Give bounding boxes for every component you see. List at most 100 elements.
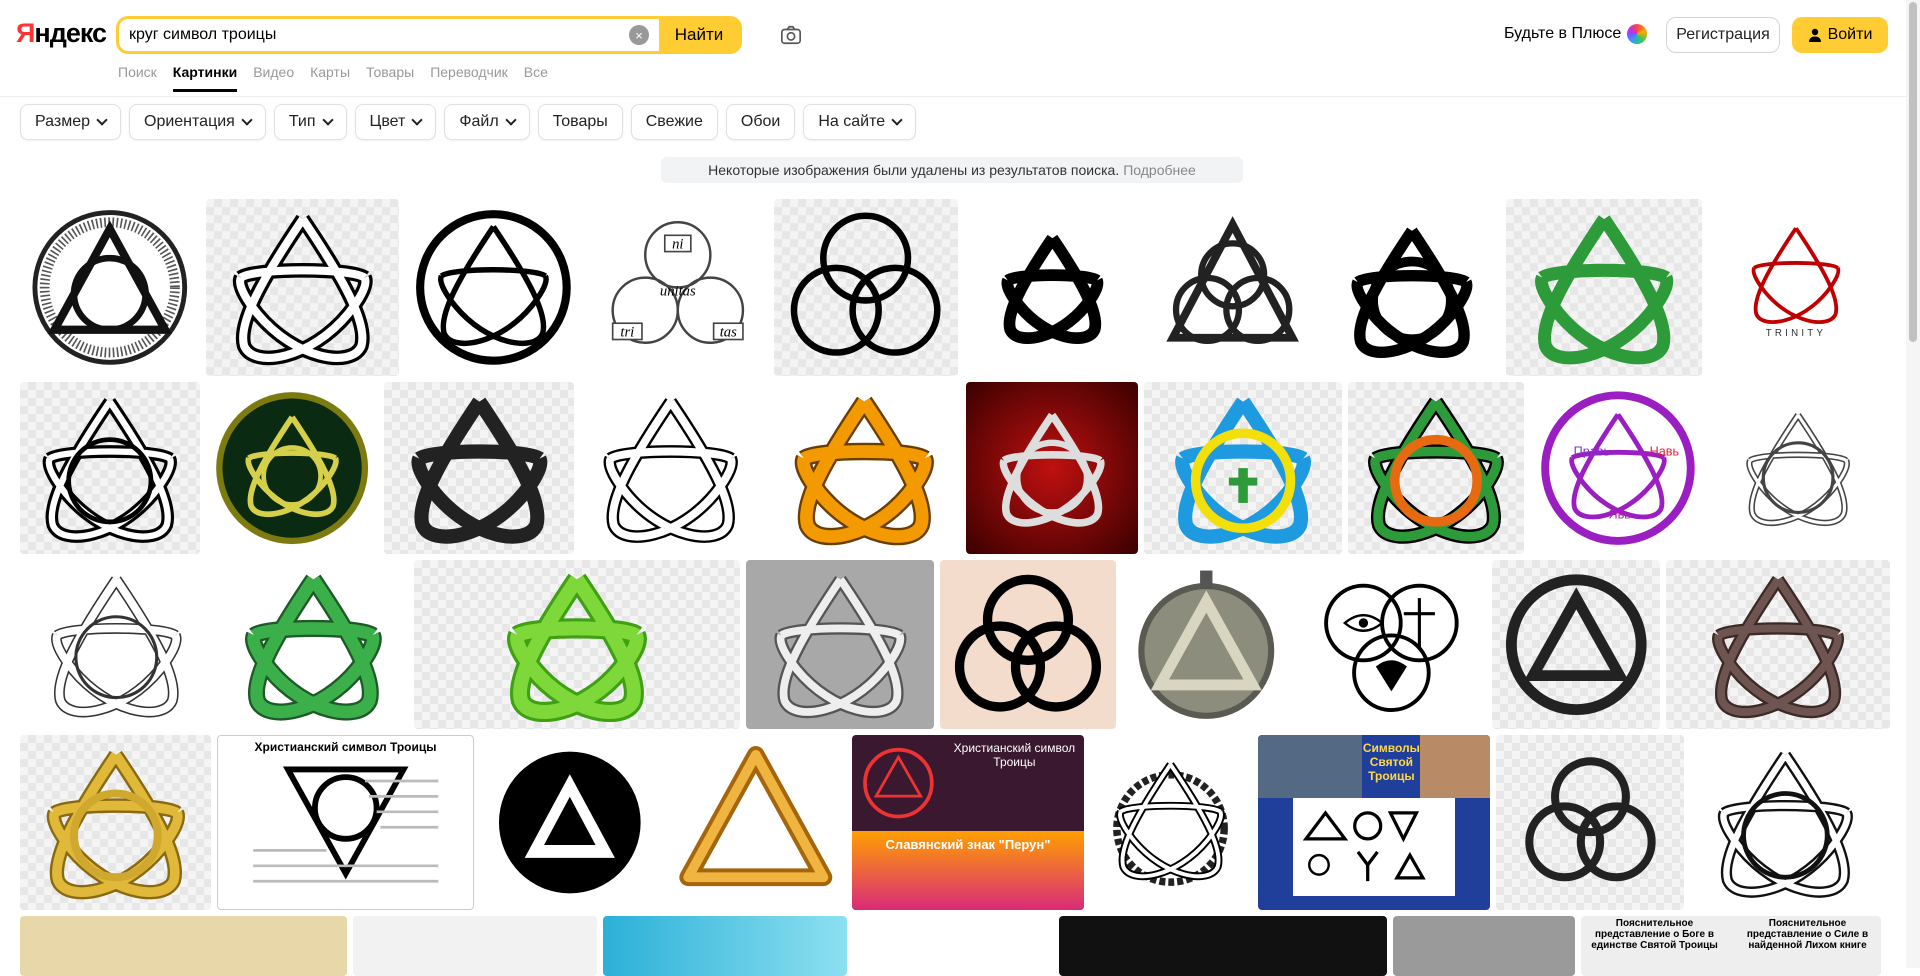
chevron-down-icon bbox=[505, 114, 517, 126]
filter-fresh[interactable]: Свежие bbox=[630, 104, 718, 140]
image-result[interactable] bbox=[853, 916, 1053, 976]
image-result[interactable]: Христианский символ Троицы bbox=[217, 735, 474, 910]
filter-goods[interactable]: Товары bbox=[537, 104, 623, 140]
image-result[interactable] bbox=[746, 560, 934, 729]
filter-bar: Размер Ориентация Тип Цвет Файл Товары С… bbox=[20, 104, 917, 140]
image-result[interactable] bbox=[1492, 560, 1660, 729]
image-result[interactable] bbox=[940, 560, 1116, 729]
tile-label: Пояснительное представление о Боге в еди… bbox=[1591, 918, 1718, 951]
tab-video[interactable]: Видео bbox=[253, 64, 294, 92]
image-result[interactable] bbox=[206, 199, 399, 376]
filter-orientation[interactable]: Ориентация bbox=[129, 104, 266, 140]
image-row-4: Христианский символ Троицы Христианский … bbox=[20, 735, 1880, 910]
register-button[interactable]: Регистрация bbox=[1666, 17, 1780, 53]
image-result[interactable] bbox=[20, 916, 347, 976]
chevron-down-icon bbox=[891, 114, 903, 126]
tile-label: ni bbox=[672, 236, 683, 252]
plus-promo-link[interactable]: Будьте в Плюсе bbox=[1504, 24, 1648, 44]
tile-label: tri bbox=[621, 324, 635, 340]
tile-label: Христианский символ Троицы bbox=[254, 740, 437, 754]
chevron-down-icon bbox=[321, 114, 334, 126]
chevron-down-icon bbox=[411, 114, 424, 126]
filter-size[interactable]: Размер bbox=[20, 104, 121, 140]
image-result[interactable] bbox=[964, 199, 1141, 376]
image-result[interactable] bbox=[1506, 199, 1702, 376]
yandex-logo[interactable]: Яндекс bbox=[16, 18, 107, 49]
clear-icon[interactable]: × bbox=[629, 25, 649, 45]
more-info-link[interactable]: Подробнее bbox=[1123, 162, 1196, 178]
image-result[interactable] bbox=[480, 735, 660, 910]
camera-search-icon[interactable] bbox=[780, 24, 802, 46]
image-result[interactable] bbox=[666, 735, 846, 910]
tile-label: Навь bbox=[1650, 444, 1680, 458]
image-result[interactable] bbox=[1324, 199, 1500, 376]
chevron-down-icon bbox=[241, 114, 253, 126]
login-button[interactable]: Войти bbox=[1792, 17, 1888, 53]
tab-maps[interactable]: Карты bbox=[310, 64, 350, 92]
image-result[interactable] bbox=[603, 916, 847, 976]
header-divider bbox=[0, 96, 1920, 97]
image-result[interactable]: Символы Святой Троицы bbox=[1258, 735, 1490, 910]
image-result[interactable] bbox=[1090, 735, 1252, 910]
image-result[interactable] bbox=[768, 382, 960, 554]
filter-color[interactable]: Цвет bbox=[354, 104, 437, 140]
image-result[interactable] bbox=[1712, 382, 1884, 554]
search-bar: круг символ троицы × Найти bbox=[116, 16, 742, 54]
image-result[interactable]: ni tri unitas tas bbox=[588, 199, 768, 376]
image-result[interactable] bbox=[20, 735, 211, 910]
image-result[interactable] bbox=[774, 199, 958, 376]
tile-label: Славянский знак "Перун" bbox=[852, 831, 1084, 910]
image-result[interactable] bbox=[1666, 560, 1890, 729]
image-result[interactable] bbox=[20, 560, 212, 729]
image-result[interactable] bbox=[966, 382, 1138, 554]
filter-on-site[interactable]: На сайте bbox=[803, 104, 917, 140]
filter-wallpapers[interactable]: Обои bbox=[725, 104, 796, 140]
image-result[interactable] bbox=[20, 199, 200, 376]
tile-label: Символы Святой Троицы bbox=[1362, 741, 1420, 783]
scrollbar-thumb[interactable] bbox=[1909, 2, 1917, 342]
search-button[interactable]: Найти bbox=[659, 19, 739, 51]
image-result[interactable] bbox=[405, 199, 582, 376]
image-row-3 bbox=[20, 560, 1890, 729]
image-result[interactable] bbox=[1296, 560, 1486, 729]
image-result[interactable] bbox=[1147, 199, 1318, 376]
image-result[interactable] bbox=[1122, 560, 1290, 729]
tab-translator[interactable]: Переводчик bbox=[430, 64, 508, 92]
tab-all[interactable]: Все bbox=[524, 64, 548, 92]
image-result[interactable] bbox=[580, 382, 762, 554]
image-result[interactable]: Пояснительное представление о Боге в еди… bbox=[1581, 916, 1881, 976]
tile-label: Явь bbox=[1609, 508, 1632, 522]
image-row-2: Правь Навь Явь bbox=[20, 382, 1884, 554]
image-result[interactable] bbox=[414, 560, 740, 729]
image-result[interactable] bbox=[1496, 735, 1684, 910]
image-result[interactable] bbox=[218, 560, 408, 729]
plus-icon bbox=[1627, 24, 1648, 44]
tab-search[interactable]: Поиск bbox=[118, 64, 157, 92]
image-result[interactable] bbox=[1690, 735, 1880, 910]
search-query[interactable]: круг символ троицы bbox=[129, 26, 629, 44]
tile-label: Пояснительное представление о Силе в най… bbox=[1746, 918, 1869, 951]
tab-goods[interactable]: Товары bbox=[366, 64, 414, 92]
tile-label: Христианский символ Троицы bbox=[953, 741, 1076, 769]
image-result[interactable] bbox=[20, 382, 200, 554]
image-result[interactable] bbox=[1393, 916, 1575, 976]
image-result[interactable] bbox=[384, 382, 574, 554]
image-result[interactable]: TRINITY bbox=[1708, 199, 1884, 376]
filter-type[interactable]: Тип bbox=[273, 104, 347, 140]
image-result[interactable] bbox=[353, 916, 597, 976]
image-result[interactable] bbox=[1144, 382, 1342, 554]
scrollbar[interactable] bbox=[1906, 0, 1920, 968]
search-input[interactable]: круг символ троицы × bbox=[119, 19, 659, 51]
tab-images[interactable]: Картинки bbox=[172, 64, 238, 92]
image-row-5: Пояснительное представление о Боге в еди… bbox=[20, 916, 1881, 976]
tile-label: tas bbox=[720, 324, 737, 340]
image-result[interactable] bbox=[206, 382, 378, 554]
tile-label: TRINITY bbox=[1766, 328, 1826, 339]
image-result[interactable]: Христианский символ Троицы Славянский зн… bbox=[852, 735, 1084, 910]
image-result[interactable] bbox=[1059, 916, 1387, 976]
image-result[interactable] bbox=[1348, 382, 1524, 554]
chevron-down-icon bbox=[96, 114, 108, 126]
image-result[interactable]: Правь Навь Явь bbox=[1530, 382, 1706, 554]
filter-file[interactable]: Файл bbox=[444, 104, 530, 140]
image-row-1: ni tri unitas tas TRINITY bbox=[20, 199, 1884, 376]
